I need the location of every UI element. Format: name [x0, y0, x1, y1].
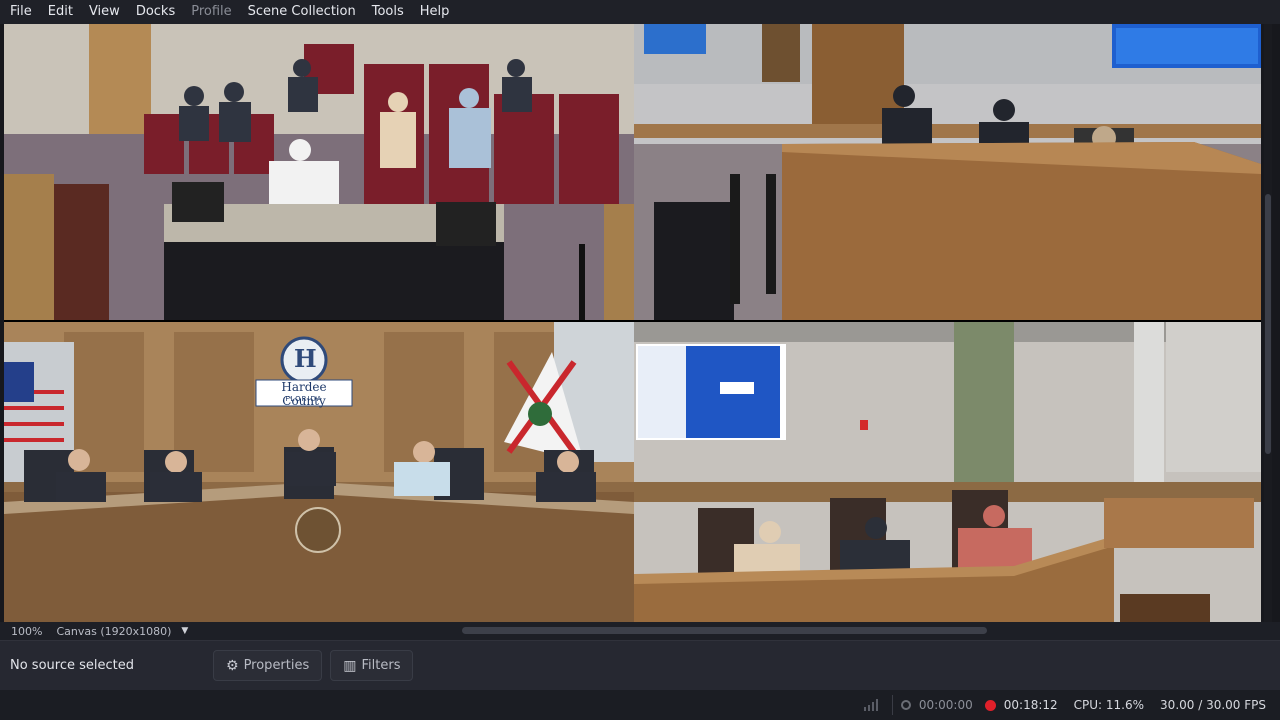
menu-file[interactable]: File: [2, 0, 40, 24]
menu-tools[interactable]: Tools: [364, 0, 412, 24]
scene-side-dais: [634, 322, 1261, 622]
preview-vertical-scrollbar[interactable]: [1264, 24, 1272, 622]
menu-profile[interactable]: Profile: [183, 0, 239, 24]
divider: [891, 695, 893, 715]
source-toolbar: No source selected ⚙ Properties ▥ Filter…: [0, 640, 1280, 690]
seal-title: Hardee County: [281, 380, 327, 408]
record-time: 00:18:12: [1003, 698, 1058, 712]
record-icon: [984, 699, 996, 711]
fps-counter: 30.00 / 30.00 FPS: [1160, 698, 1266, 712]
stream-icon: [900, 700, 911, 710]
menu-help[interactable]: Help: [412, 0, 458, 24]
canvas-size-label: Canvas (1920x1080): [56, 624, 172, 638]
filters-label: Filters: [361, 658, 401, 673]
scene-audience-podium: [4, 24, 634, 320]
menu-scene-collection[interactable]: Scene Collection: [240, 0, 364, 24]
zoom-level: 100%: [11, 624, 43, 638]
status-bar: 00:00:00 00:18:12 CPU: 11.6% 30.00 / 30.…: [0, 690, 1280, 720]
properties-label: Properties: [243, 658, 310, 673]
stream-status: 00:00:00: [900, 698, 973, 712]
no-source-label: No source selected: [10, 658, 134, 673]
stream-time: 00:00:00: [918, 698, 973, 712]
filters-button[interactable]: ▥ Filters: [330, 650, 414, 681]
menu-edit[interactable]: Edit: [40, 0, 81, 24]
menu-docks[interactable]: Docks: [128, 0, 183, 24]
preview-canvas[interactable]: H Hardee County FLORIDA: [4, 24, 1261, 622]
properties-button[interactable]: ⚙ Properties: [213, 650, 323, 681]
preview-status-row: 100% Canvas (1920x1080) ▼: [0, 622, 1280, 640]
canvas-dropdown-icon[interactable]: ▼: [181, 626, 188, 636]
menu-bar: File Edit View Docks Profile Scene Colle…: [0, 0, 1280, 24]
scene-dais-right: [634, 24, 1261, 320]
menu-view[interactable]: View: [81, 0, 128, 24]
seal-letter: H: [294, 344, 317, 373]
preview-horizontal-scrollbar[interactable]: [462, 627, 987, 634]
vertical-scroll-thumb[interactable]: [1265, 194, 1271, 454]
scene-main-dais: H Hardee County FLORIDA: [4, 322, 634, 622]
gear-icon: ⚙: [226, 657, 239, 674]
network-signal-icon: [863, 699, 878, 711]
seal-subtitle: FLORIDA: [285, 395, 323, 403]
filter-icon: ▥: [343, 657, 357, 674]
cpu-usage: CPU: 11.6%: [1073, 698, 1145, 712]
record-status: 00:18:12: [984, 698, 1058, 712]
preview-area[interactable]: H Hardee County FLORIDA: [0, 24, 1280, 622]
